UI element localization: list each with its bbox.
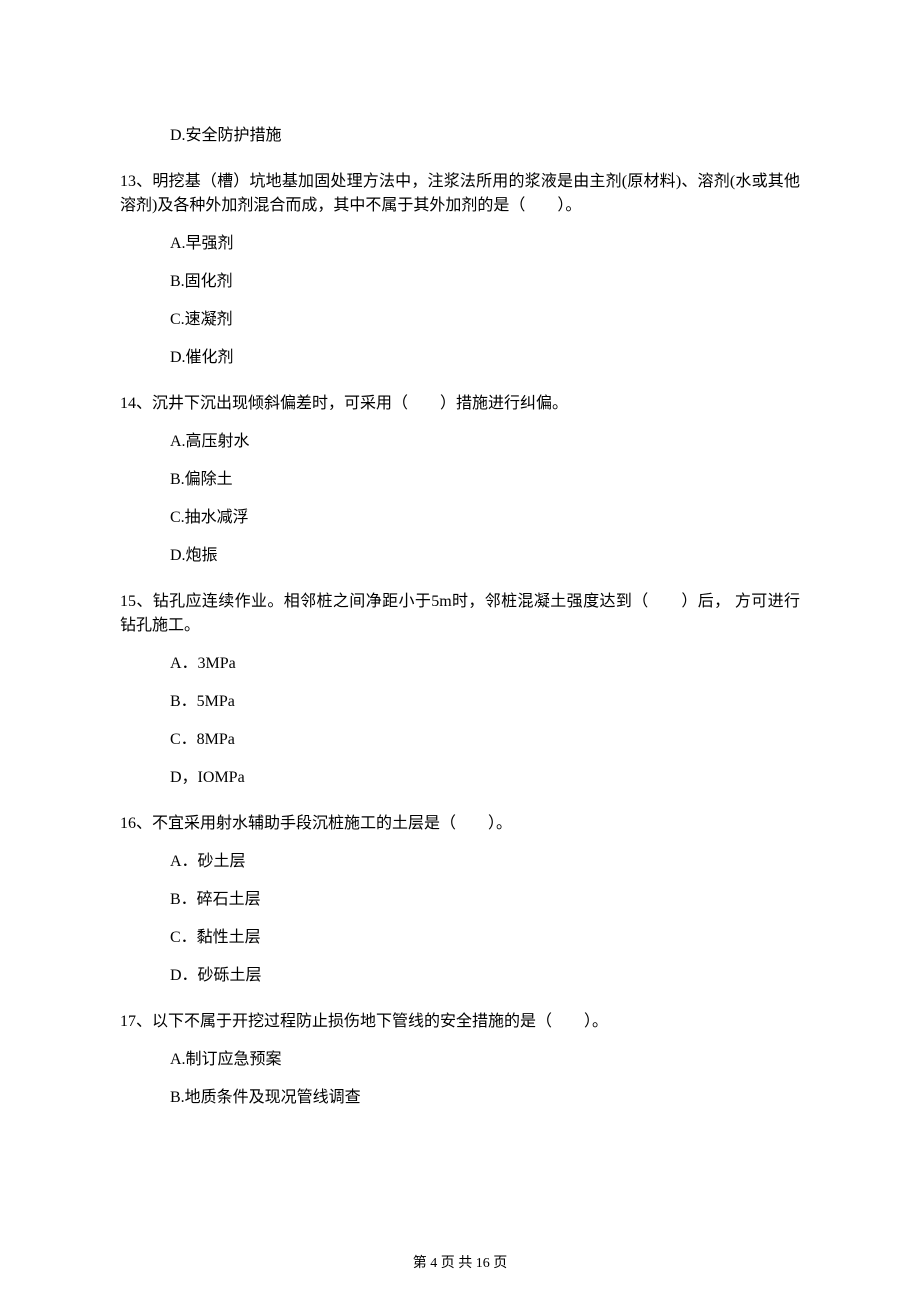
- q13-option-d: D.催化剂: [120, 346, 800, 370]
- q17-stem: 17、以下不属于开挖过程防止损伤地下管线的安全措施的是（ ）。: [120, 1010, 800, 1034]
- q15-option-d: D，IOMPa: [120, 766, 800, 790]
- q15-option-b: B．5MPa: [120, 690, 800, 714]
- q16-option-b: B．碎石土层: [120, 888, 800, 912]
- q13-stem: 13、明挖基（槽）坑地基加固处理方法中，注浆法所用的浆液是由主剂(原材料)、溶剂…: [120, 170, 800, 218]
- q16-option-c: C．黏性土层: [120, 926, 800, 950]
- q15-stem: 15、钻孔应连续作业。相邻桩之间净距小于5m时，邻桩混凝土强度达到（ ）后， 方…: [120, 590, 800, 638]
- q16-option-a: A．砂土层: [120, 850, 800, 874]
- q14-stem: 14、沉井下沉出现倾斜偏差时，可采用（ ）措施进行纠偏。: [120, 392, 800, 416]
- q17-option-b: B.地质条件及现况管线调查: [120, 1086, 800, 1110]
- q13-option-a: A.早强剂: [120, 232, 800, 256]
- q13-option-b: B.固化剂: [120, 270, 800, 294]
- q14-option-c: C.抽水减浮: [120, 506, 800, 530]
- q15-option-c: C．8MPa: [120, 728, 800, 752]
- q16-stem: 16、不宜采用射水辅助手段沉桩施工的土层是（ ）。: [120, 812, 800, 836]
- q14-option-b: B.偏除土: [120, 468, 800, 492]
- q14-option-a: A.高压射水: [120, 430, 800, 454]
- q17-option-a: A.制订应急预案: [120, 1048, 800, 1072]
- q16-option-d: D．砂砾土层: [120, 964, 800, 988]
- q14-option-d: D.炮振: [120, 544, 800, 568]
- page-container: D.安全防护措施 13、明挖基（槽）坑地基加固处理方法中，注浆法所用的浆液是由主…: [0, 0, 920, 1302]
- q15-option-a: A．3MPa: [120, 652, 800, 676]
- page-footer: 第 4 页 共 16 页: [0, 1253, 920, 1274]
- q12-option-d: D.安全防护措施: [120, 124, 800, 148]
- q13-option-c: C.速凝剂: [120, 308, 800, 332]
